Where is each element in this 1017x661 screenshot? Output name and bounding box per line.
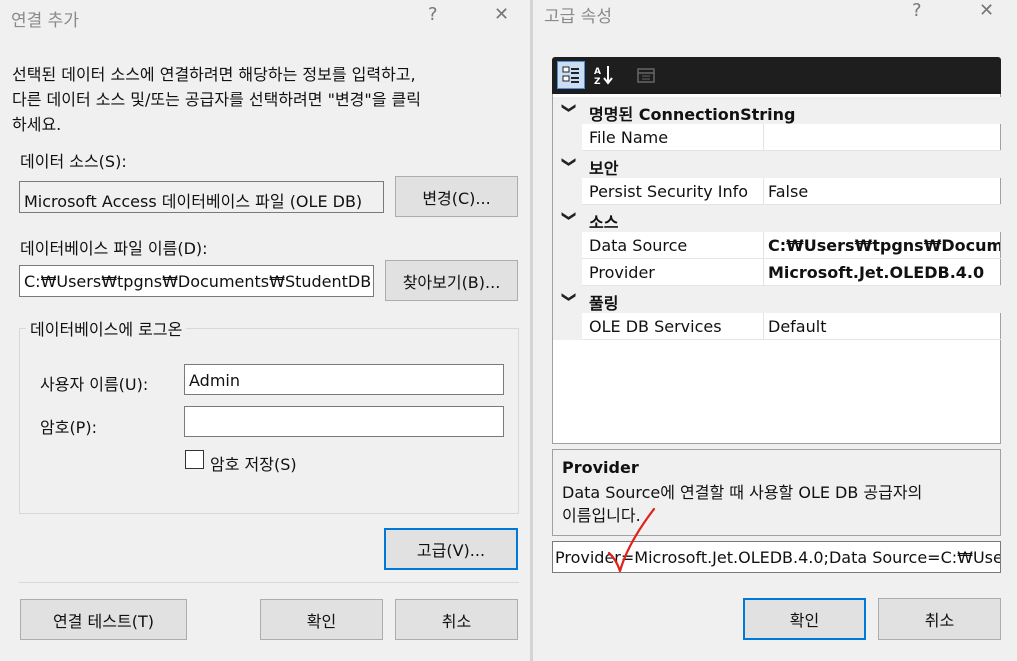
alphabetical-icon[interactable]: A Z — [590, 61, 618, 89]
cancel-button[interactable]: 취소 — [395, 599, 518, 640]
svg-text:A: A — [594, 67, 601, 77]
category-name: 보안 — [589, 159, 619, 178]
property-name: Persist Security Info — [589, 182, 749, 201]
dbfile-input[interactable]: C:₩Users₩tpgns₩Documents₩StudentDB.accdb — [19, 265, 374, 297]
property-name: Data Source — [589, 236, 688, 255]
property-grid: ❯ 명명된 ConnectionString File Name ❯ 보안 Pe… — [552, 94, 1001, 444]
property-row[interactable]: Provider Microsoft.Jet.OLEDB.4.0 — [553, 259, 1001, 286]
close-button[interactable]: ✕ — [494, 4, 509, 25]
chevron-down-icon[interactable]: ❯ — [561, 291, 577, 303]
dbfile-label: 데이터베이스 파일 이름(D): — [20, 239, 208, 258]
row-gutter — [553, 232, 582, 259]
property-value[interactable]: Default — [768, 317, 1000, 336]
svg-text:Z: Z — [594, 77, 601, 86]
save-password-label: 암호 저장(S) — [210, 455, 297, 474]
description-text: 선택된 데이터 소스에 연결하려면 해당하는 정보를 입력하고, 다른 데이터 … — [12, 62, 517, 137]
column-divider — [763, 259, 764, 286]
description-line: 다른 데이터 소스 및/또는 공급자를 선택하려면 "변경"을 클릭 — [12, 90, 421, 109]
property-row[interactable]: OLE DB Services Default — [553, 313, 1001, 340]
category-name: 소스 — [589, 213, 619, 232]
column-divider — [763, 232, 764, 259]
category-row[interactable]: ❯ 소스 — [553, 205, 1001, 232]
help-title: Provider — [562, 458, 639, 477]
change-button[interactable]: 변경(C)... — [395, 176, 518, 217]
property-value[interactable]: False — [768, 182, 1000, 201]
property-value[interactable]: Microsoft.Jet.OLEDB.4.0 — [768, 263, 1000, 282]
property-row[interactable]: File Name — [553, 124, 1001, 151]
separator — [19, 582, 519, 583]
help-text-line: Data Source에 연결할 때 사용할 OLE DB 공급자의 — [562, 483, 923, 502]
row-gutter — [553, 124, 582, 151]
column-divider — [763, 178, 764, 205]
test-connection-button[interactable]: 연결 테스트(T) — [20, 599, 187, 640]
chevron-down-icon[interactable]: ❯ — [561, 210, 577, 222]
category-row[interactable]: ❯ 보안 — [553, 151, 1001, 178]
username-label: 사용자 이름(U): — [40, 375, 149, 394]
property-name: OLE DB Services — [589, 317, 722, 336]
property-row[interactable]: Data Source C:₩Users₩tpgns₩Documents₩Stu… — [553, 232, 1001, 259]
column-divider — [763, 313, 764, 340]
description-line: 선택된 데이터 소스에 연결하려면 해당하는 정보를 입력하고, — [12, 65, 416, 84]
column-divider — [763, 124, 764, 151]
username-input[interactable]: Admin — [184, 364, 504, 395]
property-row[interactable]: Persist Security Info False — [553, 178, 1001, 205]
property-name: Provider — [589, 263, 655, 282]
property-name: File Name — [589, 128, 669, 147]
help-button[interactable]: ? — [912, 0, 922, 21]
row-divider — [582, 339, 1001, 340]
property-grid-toolbar: A Z — [552, 57, 1001, 94]
close-button[interactable]: ✕ — [979, 0, 994, 21]
datasource-label: 데이터 소스(S): — [20, 152, 127, 171]
add-connection-dialog: 연결 추가 ? ✕ 선택된 데이터 소스에 연결하려면 해당하는 정보를 입력하… — [0, 0, 530, 661]
datasource-field: Microsoft Access 데이터베이스 파일 (OLE DB) — [19, 181, 384, 213]
categorized-icon[interactable] — [557, 61, 585, 89]
ok-button[interactable]: 확인 — [743, 598, 866, 640]
description-line: 하세요. — [12, 115, 62, 134]
browse-button[interactable]: 찾아보기(B)... — [385, 260, 518, 301]
row-gutter — [553, 259, 582, 286]
dialog-title: 연결 추가 — [11, 11, 79, 31]
checkmark-annotation-icon — [607, 507, 656, 573]
property-pages-icon[interactable] — [632, 61, 660, 89]
chevron-down-icon[interactable]: ❯ — [561, 102, 577, 114]
login-group-label: 데이터베이스에 로그온 — [26, 316, 187, 340]
advanced-button[interactable]: 고급(V)... — [384, 528, 518, 570]
cancel-button[interactable]: 취소 — [878, 598, 1001, 640]
chevron-down-icon[interactable]: ❯ — [561, 156, 577, 168]
category-row[interactable]: ❯ 풀링 — [553, 286, 1001, 313]
dialog-title: 고급 속성 — [544, 7, 612, 27]
category-row[interactable]: ❯ 명명된 ConnectionString — [553, 97, 1001, 124]
password-input[interactable] — [184, 406, 504, 437]
help-button[interactable]: ? — [428, 4, 438, 25]
row-gutter — [553, 313, 582, 340]
category-name: 풀링 — [589, 294, 619, 313]
category-name: 명명된 ConnectionString — [589, 105, 796, 124]
ok-button[interactable]: 확인 — [260, 599, 383, 640]
property-value[interactable]: C:₩Users₩tpgns₩Documents₩StudentDB.accdb — [768, 236, 1000, 255]
save-password-checkbox[interactable] — [185, 450, 204, 469]
password-label: 암호(P): — [40, 418, 97, 437]
row-gutter — [553, 178, 582, 205]
